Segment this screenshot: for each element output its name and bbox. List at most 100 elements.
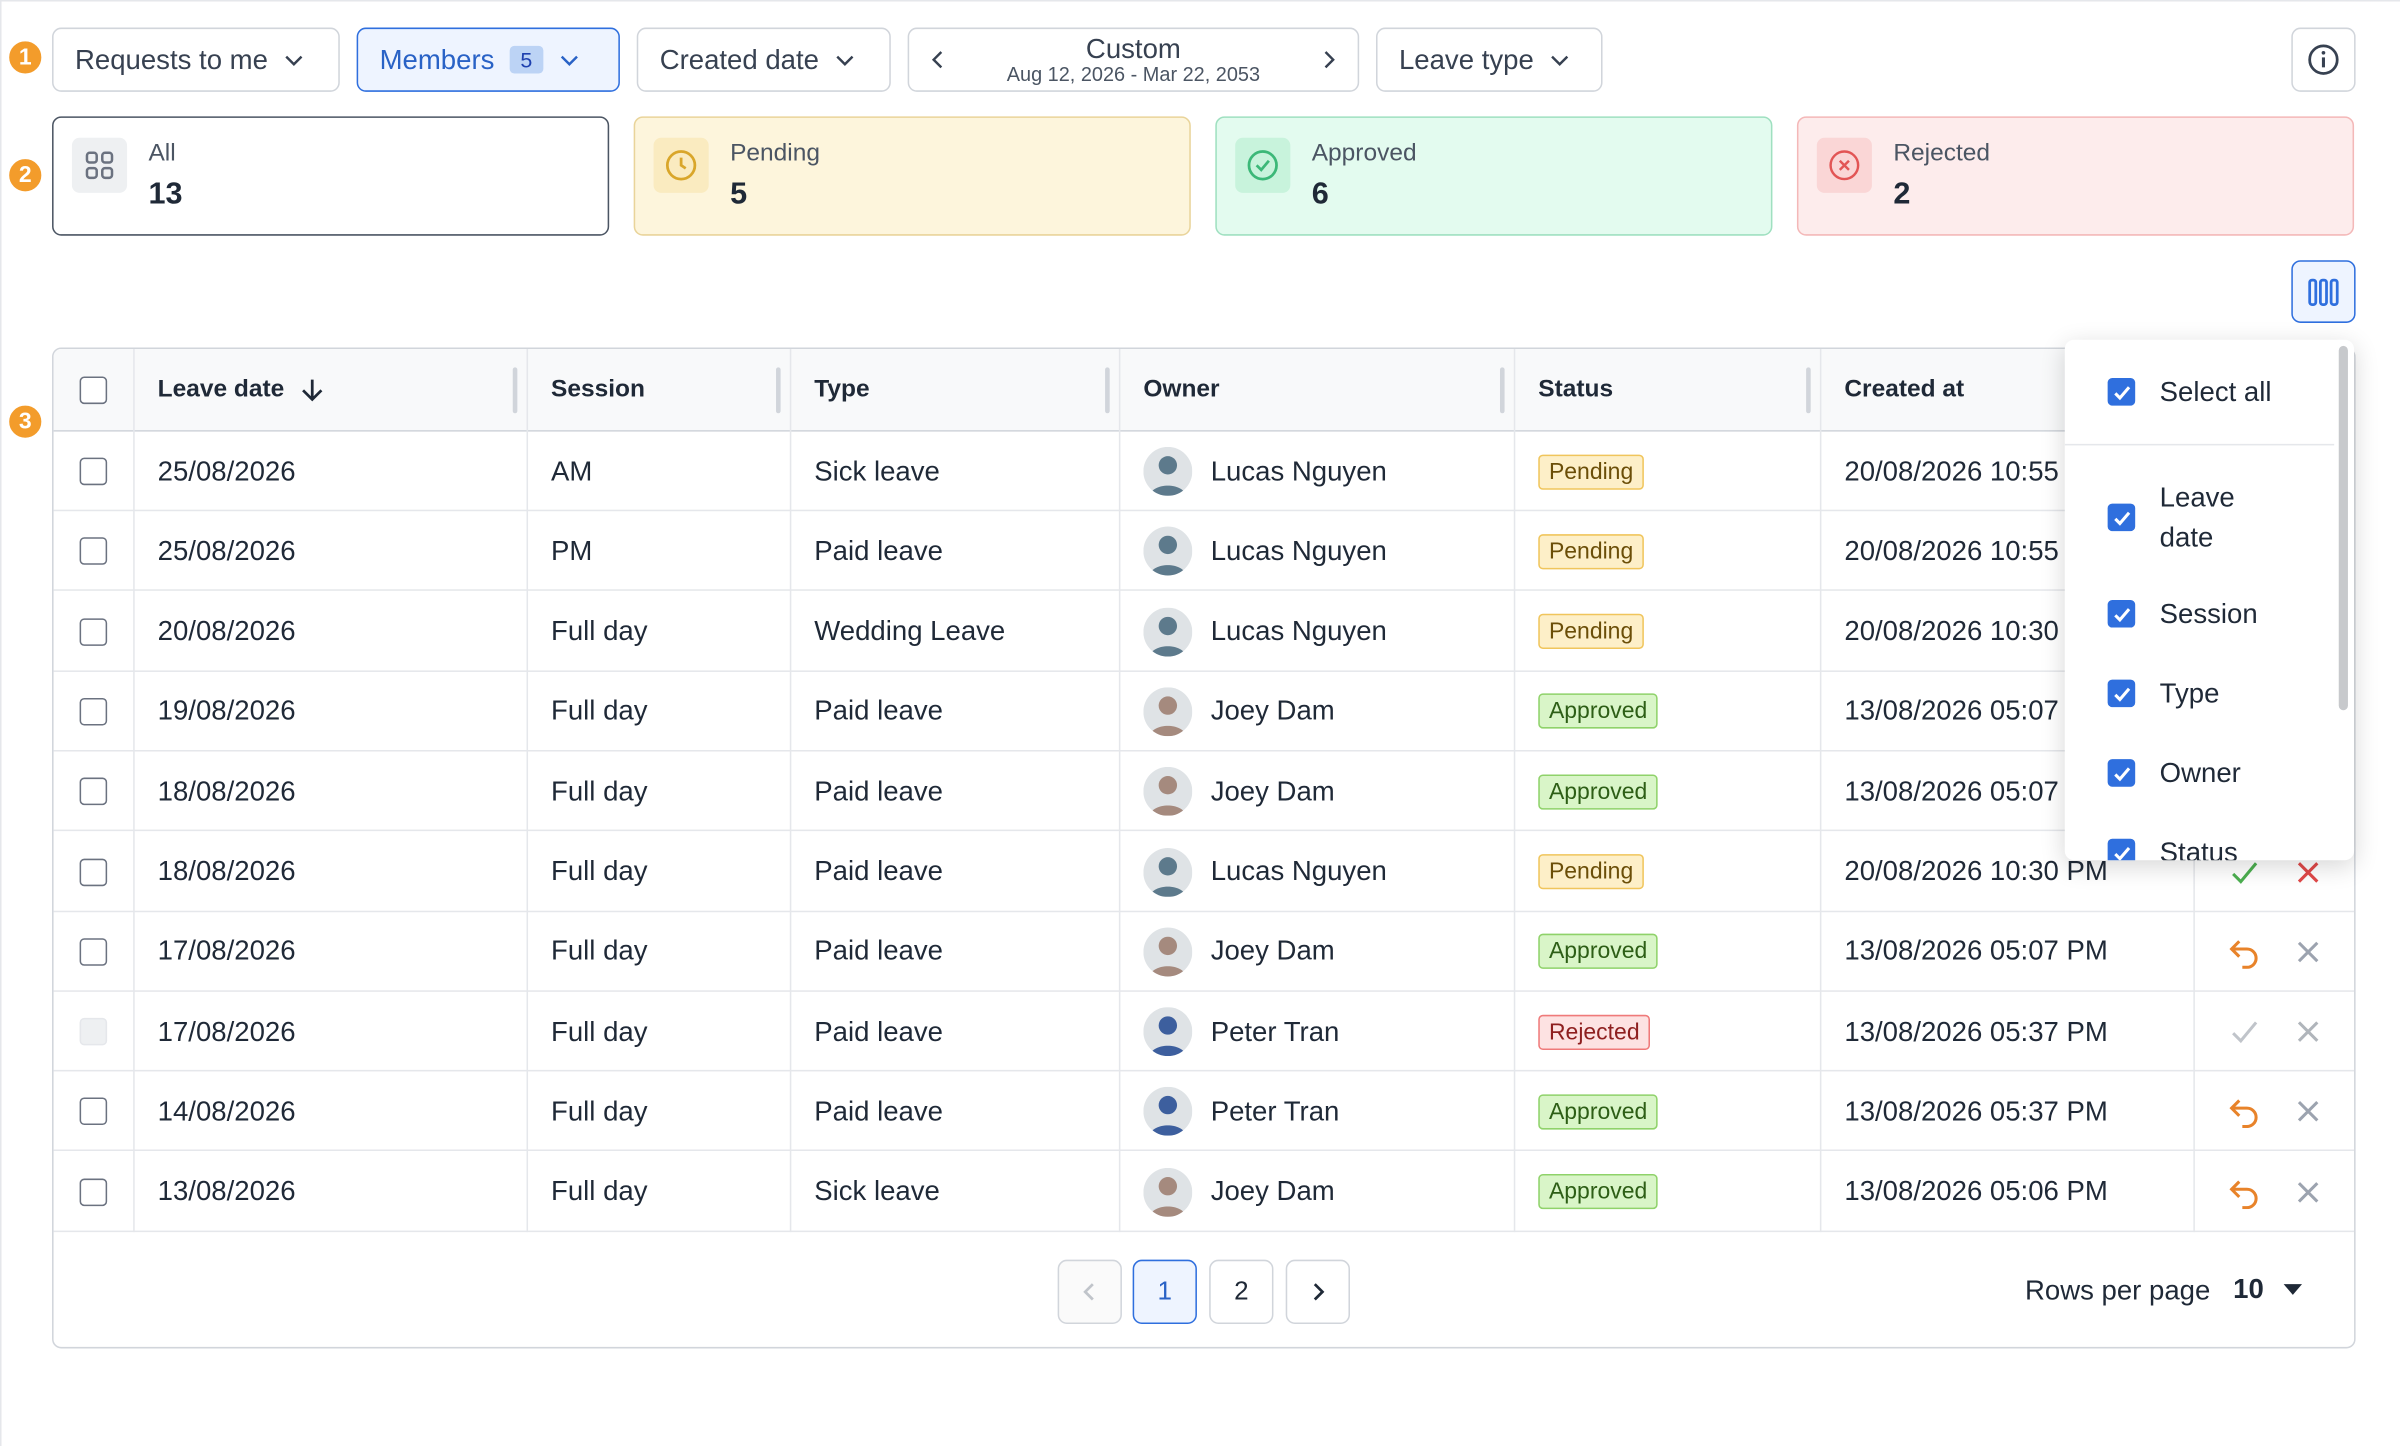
created-date-filter-dropdown[interactable]: Created date (636, 27, 891, 92)
column-header-owner[interactable]: Owner (1119, 349, 1514, 432)
row-checkbox[interactable] (79, 1178, 108, 1206)
row-checkbox[interactable] (79, 537, 108, 566)
reject-x-icon[interactable] (2291, 1175, 2325, 1209)
column-resize-handle[interactable] (776, 367, 781, 414)
summary-card-rejected[interactable]: Rejected 2 (1796, 116, 2355, 236)
menu-scrollbar[interactable] (2338, 345, 2348, 711)
summary-card-pending[interactable]: Pending 5 (633, 116, 1191, 236)
avatar (1143, 927, 1193, 977)
chevron-left-icon[interactable] (928, 49, 949, 70)
row-checkbox[interactable] (79, 1098, 108, 1126)
cell-leave-date: 18/08/2026 (157, 855, 296, 887)
cell-leave-date: 13/08/2026 (157, 1175, 296, 1207)
leave-type-filter-dropdown[interactable]: Leave type (1376, 27, 1603, 92)
checkbox-checked-icon[interactable] (2107, 599, 2136, 628)
status-badge: Pending (1538, 533, 1644, 570)
column-settings-button[interactable] (2291, 260, 2356, 323)
row-checkbox[interactable] (79, 937, 108, 966)
table-row[interactable]: 13/08/2026 Full day Sick leave Joey Dam … (53, 1152, 2355, 1232)
cell-status: Pending (1514, 592, 1820, 672)
members-count-badge: 5 (509, 45, 544, 74)
previous-page-button[interactable] (1057, 1259, 1122, 1324)
avatar (1143, 767, 1193, 817)
checkbox-checked-icon[interactable] (2107, 378, 2136, 406)
table-row[interactable]: 17/08/2026 Full day Paid leave Joey Dam … (53, 912, 2355, 992)
revert-undo-icon[interactable] (2227, 1175, 2261, 1209)
owner-name: Peter Tran (1210, 1015, 1340, 1047)
table-row[interactable]: 14/08/2026 Full day Paid leave Peter Tra… (53, 1072, 2355, 1152)
requests-filter-dropdown[interactable]: Requests to me (52, 27, 340, 92)
column-option-leave-date[interactable]: Leave date (2107, 478, 2276, 558)
x-circle-icon (1816, 137, 1872, 193)
select-all-rows-checkbox[interactable] (79, 376, 108, 405)
cell-leave-date: 17/08/2026 (157, 1015, 296, 1047)
column-header-type[interactable]: Type (790, 349, 1119, 432)
column-option-select-all[interactable]: Select all (2107, 372, 2272, 412)
column-header-status[interactable]: Status (1514, 349, 1820, 432)
status-badge: Approved (1538, 774, 1658, 810)
cell-leave-date: 25/08/2026 (157, 455, 296, 486)
row-checkbox[interactable] (79, 697, 108, 726)
column-option-type[interactable]: Type (2107, 673, 2219, 713)
table-row[interactable]: 25/08/2026 AM Sick leave Lucas Nguyen Pe… (53, 432, 2355, 512)
owner-name: Lucas Nguyen (1210, 855, 1387, 887)
cell-created-at: 13/08/2026 05:06 PM (1844, 1175, 2108, 1207)
column-resize-handle[interactable] (1806, 367, 1811, 414)
column-resize-handle[interactable] (1499, 367, 1505, 414)
revert-undo-icon[interactable] (2227, 935, 2261, 969)
column-option-status[interactable]: Status (2107, 833, 2238, 861)
page-button-1[interactable]: 1 (1132, 1259, 1197, 1324)
checkbox-checked-icon[interactable] (2107, 759, 2136, 787)
cell-leave-date: 25/08/2026 (157, 535, 296, 567)
chevron-down-icon (836, 55, 854, 67)
table-row[interactable]: 17/08/2026 Full day Paid leave Peter Tra… (53, 992, 2355, 1072)
column-header-session[interactable]: Session (527, 349, 790, 432)
table-row[interactable]: 25/08/2026 PM Paid leave Lucas Nguyen Pe… (53, 512, 2355, 592)
summary-card-label: Approved (1311, 140, 1417, 167)
checkbox-checked-icon[interactable] (2107, 838, 2136, 861)
row-checkbox[interactable] (79, 457, 108, 486)
summary-card-approved[interactable]: Approved 6 (1215, 116, 1773, 236)
revert-undo-icon[interactable] (2227, 1095, 2261, 1129)
requests-filter-label: Requests to me (74, 43, 268, 75)
table-row[interactable]: 18/08/2026 Full day Paid leave Lucas Ngu… (53, 832, 2355, 912)
page-button-2[interactable]: 2 (1209, 1259, 1274, 1324)
sort-desc-icon[interactable] (300, 377, 324, 405)
table-row[interactable]: 19/08/2026 Full day Paid leave Joey Dam … (53, 672, 2355, 752)
avatar (1143, 607, 1193, 657)
reject-x-icon[interactable] (2291, 935, 2325, 969)
column-resize-handle[interactable] (512, 367, 518, 414)
next-page-button[interactable] (1285, 1259, 1350, 1324)
status-badge: Pending (1538, 613, 1644, 650)
cell-owner: Lucas Nguyen (1119, 512, 1514, 592)
avatar (1143, 1007, 1193, 1057)
column-option-owner[interactable]: Owner (2107, 753, 2241, 793)
column-resize-handle[interactable] (1105, 367, 1110, 414)
summary-card-all[interactable]: All 13 (52, 116, 610, 236)
cell-owner: Peter Tran (1119, 1072, 1514, 1152)
cell-owner: Joey Dam (1119, 1152, 1514, 1232)
rows-per-page-select[interactable]: 10 (2233, 1269, 2303, 1309)
members-filter-label: Members (379, 43, 495, 75)
row-checkbox[interactable] (79, 857, 108, 886)
status-badge: Pending (1538, 854, 1644, 890)
members-filter-dropdown[interactable]: Members 5 (356, 27, 620, 92)
column-option-session[interactable]: Session (2107, 594, 2258, 634)
column-header-leave-date[interactable]: Leave date (133, 349, 526, 432)
table-row[interactable]: 18/08/2026 Full day Paid leave Joey Dam … (53, 752, 2355, 832)
info-button[interactable] (2291, 27, 2356, 92)
column-option-label: Select all (2159, 376, 2272, 408)
row-checkbox[interactable] (79, 777, 108, 806)
cell-leave-date: 19/08/2026 (157, 695, 296, 727)
chevron-right-icon[interactable] (1318, 49, 1339, 70)
table-row[interactable]: 20/08/2026 Full day Wedding Leave Lucas … (53, 592, 2355, 672)
cell-status: Pending (1514, 512, 1820, 592)
reject-x-icon[interactable] (2291, 1095, 2325, 1129)
rows-per-page-value: 10 (2233, 1272, 2264, 1304)
cell-owner: Joey Dam (1119, 752, 1514, 832)
checkbox-checked-icon[interactable] (2107, 679, 2136, 708)
checkbox-checked-icon[interactable] (2107, 503, 2136, 532)
column-header-owner-label: Owner (1143, 376, 1220, 403)
chevron-down-icon (560, 55, 578, 67)
row-checkbox[interactable] (79, 617, 108, 646)
